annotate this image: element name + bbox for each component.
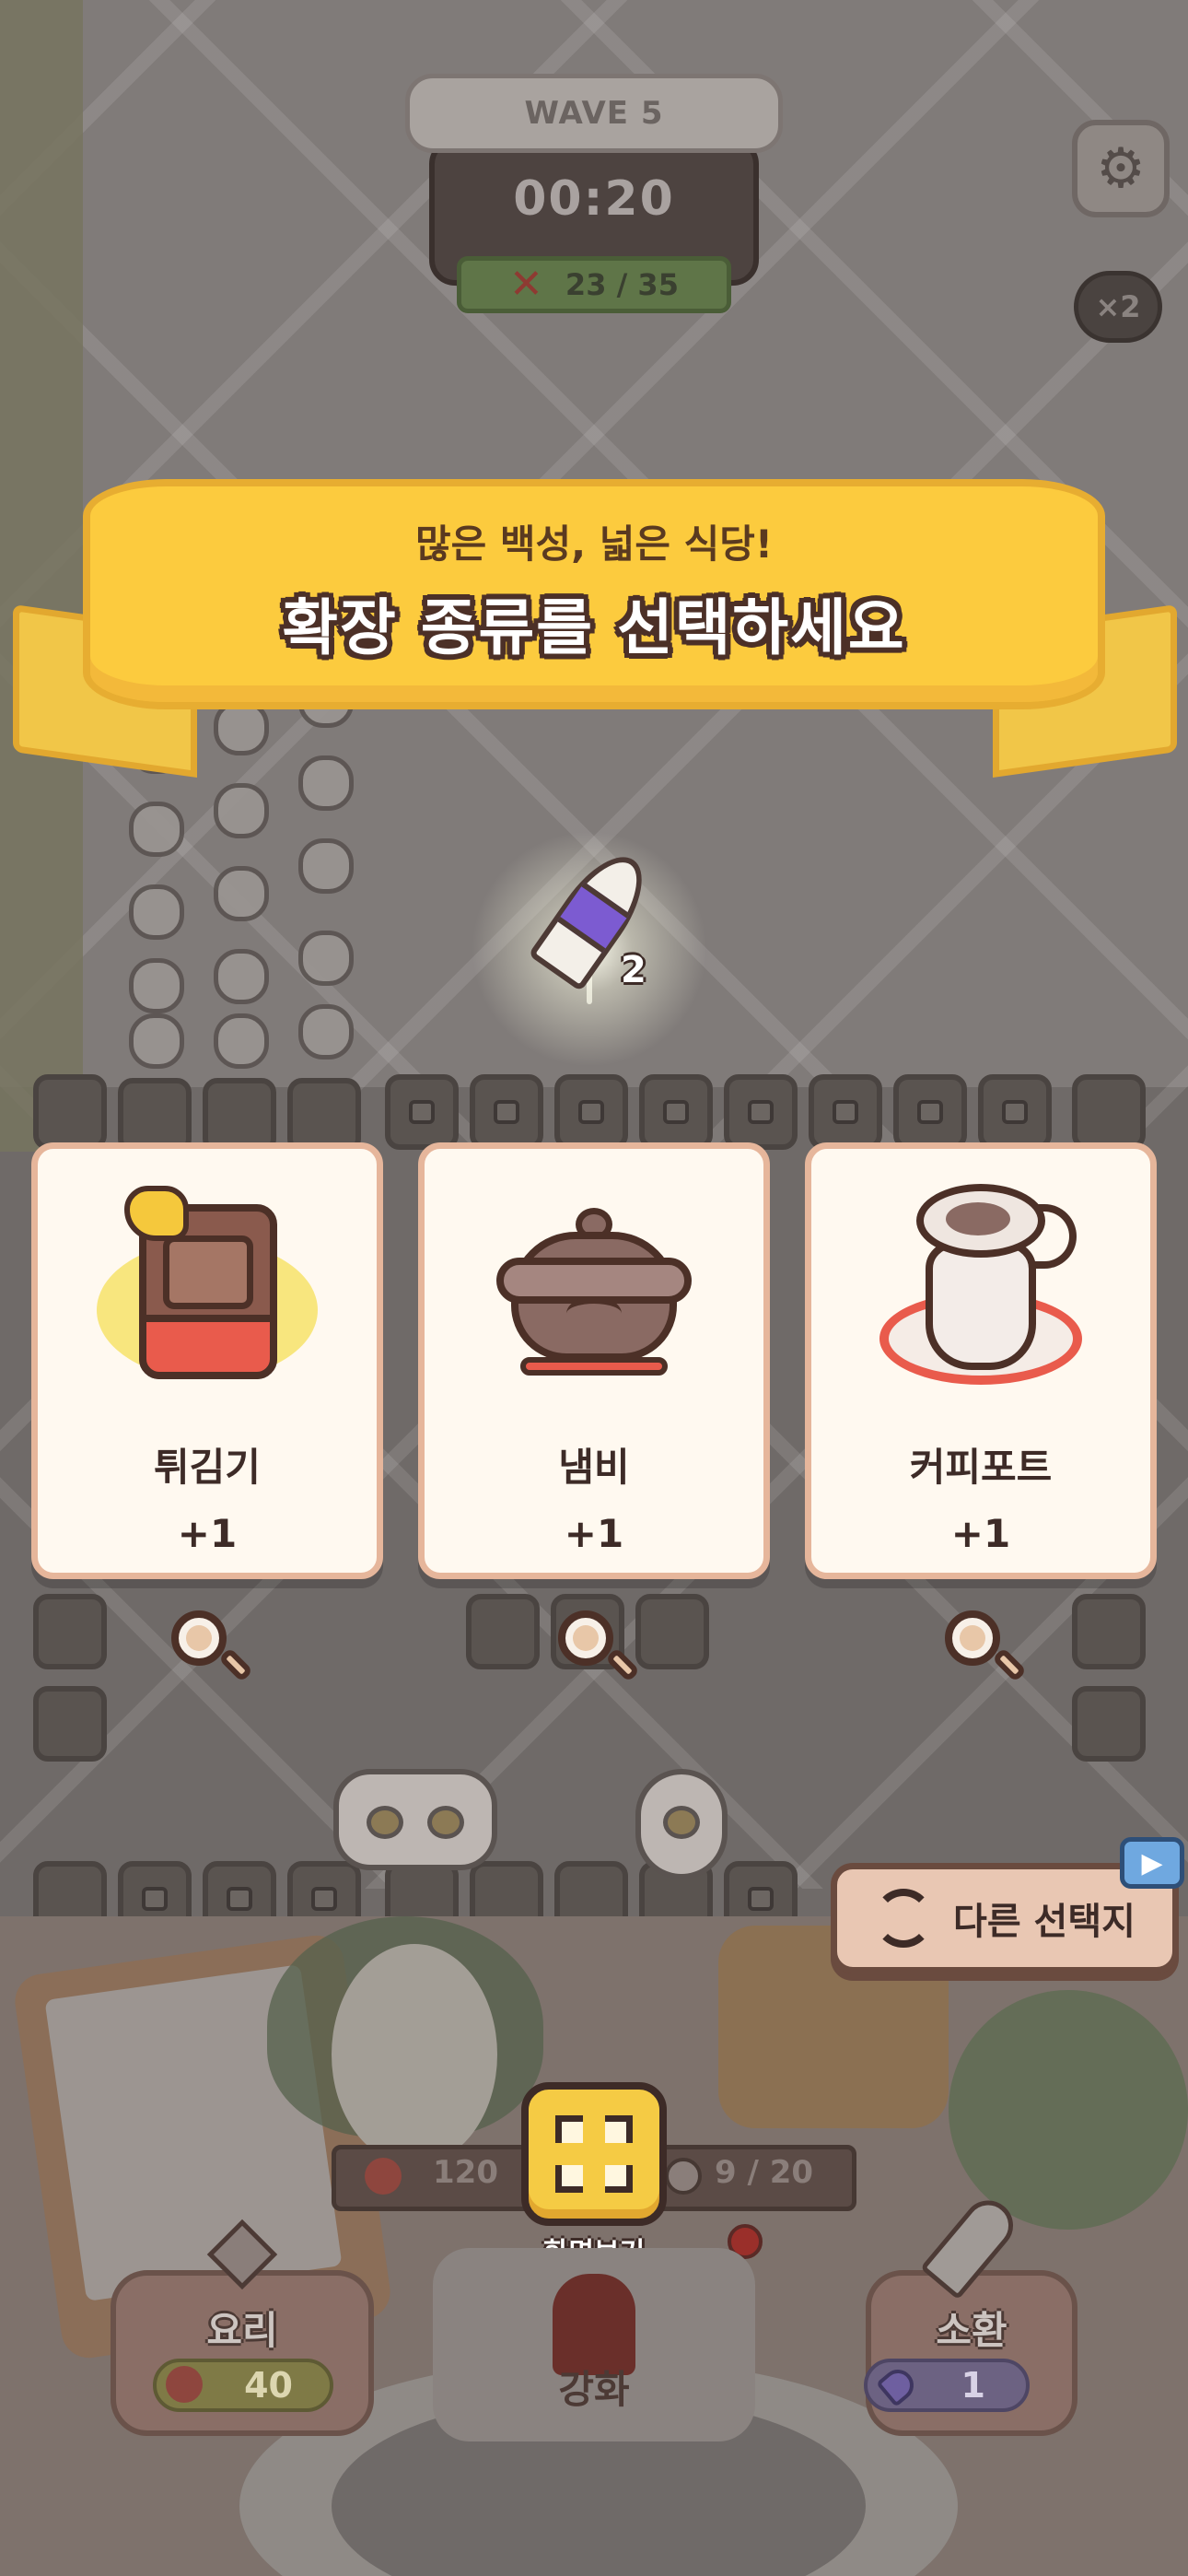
heart-icon [166,2366,203,2403]
choice-card-coffee-pot[interactable]: 커피포트 +1 [805,1142,1157,1579]
cook-label: 요리 [206,2308,278,2353]
locked-seat [809,1074,882,1150]
selection-banner: 많은 백성, 넓은 식당! 확장 종류를 선택하세요 [83,479,1105,709]
gear-icon: ⚙ [1096,136,1146,201]
inspect-coffee-pot-button[interactable] [936,1601,1028,1693]
bean-icon [367,1806,403,1839]
locked-seat [639,1074,713,1150]
seat [635,1594,709,1669]
settings-button[interactable]: ⚙ [1072,120,1170,217]
seat [1072,1686,1146,1762]
customer-icon [665,2158,702,2195]
locked-seat [470,1074,543,1150]
lock-icon [227,1887,252,1911]
locked-seat [978,1074,1052,1150]
lettuce [949,1990,1188,2230]
view-screen-button[interactable] [521,2082,667,2226]
food-item [298,931,354,986]
choice-card-fryer[interactable]: 튀김기 +1 [31,1142,383,1579]
lock-icon [494,1100,519,1124]
food-item [298,755,354,811]
lock-icon [833,1100,858,1124]
seat [1072,1074,1146,1150]
customer-count: 9 / 20 [715,2154,814,2191]
wave-timer: 00:20 [513,171,675,227]
lock-icon [748,1887,774,1911]
refresh-icon [874,1889,934,1948]
food-item [214,783,269,838]
upgrade-label: 강화 [558,2367,630,2412]
food-item [129,1013,184,1069]
banner-subtitle: 많은 백성, 넓은 식당! [414,521,774,567]
food-item [129,958,184,1013]
kill-count: 23 / 35 [565,267,679,302]
choice-bonus: +1 [564,1511,624,1556]
lock-icon [142,1887,168,1911]
lock-icon [917,1100,943,1124]
heart-count: 120 [433,2154,498,2191]
choice-bonus: +1 [177,1511,238,1556]
speed-toggle-button[interactable]: ×2 [1074,271,1162,343]
food-item [214,949,269,1004]
choice-bonus: +1 [950,1511,1011,1556]
food-item [214,1013,269,1069]
seat [466,1594,540,1669]
summon-label: 소환 [936,2308,1007,2353]
bean-icon [663,1806,700,1839]
food-item [298,1004,354,1060]
wave-label: WAVE 5 [366,74,822,176]
choice-card-pot[interactable]: 냄비 +1 [418,1142,770,1579]
bean-icon [427,1806,464,1839]
inspect-fryer-button[interactable] [162,1601,254,1693]
coffee-pot-icon [861,1177,1101,1398]
choice-name: 냄비 [558,1445,630,1490]
other-choices-label: 다른 선택지 [953,1901,1136,1943]
seat [33,1074,107,1150]
heart-icon [365,2158,402,2195]
seat [33,1686,107,1762]
locked-seat [893,1074,967,1150]
egg [332,1944,497,2165]
order-bubble [333,1769,497,1870]
banner-title: 확장 종류를 선택하세요 [282,591,906,663]
food-item [129,884,184,940]
locked-seat [385,1074,459,1150]
cross-icon: ✕ [509,261,543,308]
choice-name: 튀김기 [154,1445,261,1490]
lock-icon [311,1887,337,1911]
food-item [129,802,184,857]
order-bubble [635,1769,728,1879]
lock-icon [578,1100,604,1124]
lock-icon [748,1100,774,1124]
choice-name: 커피포트 [909,1445,1053,1490]
food-item [214,866,269,921]
food-item [298,838,354,894]
lock-icon [1002,1100,1028,1124]
locked-seat [724,1074,798,1150]
seat [1072,1594,1146,1669]
kill-counter: ✕ 23 / 35 [457,256,731,313]
inspect-pot-button[interactable] [549,1601,641,1693]
expand-icon [555,2115,633,2193]
reward-count: 2 [621,949,646,991]
play-icon: ▶ [1120,1837,1184,1889]
lock-icon [409,1100,435,1124]
lock-icon [663,1100,689,1124]
curtain [0,0,83,1152]
seat [33,1594,107,1669]
fryer-icon [87,1177,327,1398]
pot-icon [474,1177,714,1398]
